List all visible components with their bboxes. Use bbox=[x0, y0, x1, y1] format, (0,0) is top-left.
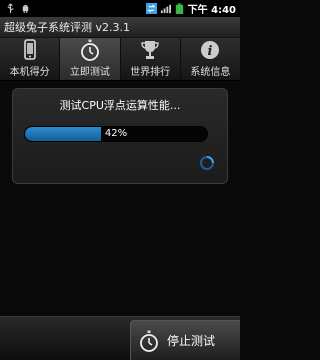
stop-test-button[interactable]: 停止测试 bbox=[130, 320, 240, 360]
tab-system-info[interactable]: i 系统信息 bbox=[181, 38, 240, 80]
tab-world-ranking[interactable]: 世界排行 bbox=[121, 38, 181, 80]
status-bar: 下午 4:40 bbox=[0, 0, 240, 17]
trophy-icon bbox=[141, 41, 159, 59]
tab-label: 世界排行 bbox=[130, 67, 171, 78]
tab-label: 本机得分 bbox=[9, 67, 50, 78]
tab-label: 立即测试 bbox=[69, 67, 110, 78]
usb-icon bbox=[7, 3, 14, 14]
progress-bar: 42% bbox=[24, 126, 208, 142]
sync-icon bbox=[145, 3, 157, 14]
stopwatch-icon bbox=[80, 39, 99, 61]
test-status-text: 测试CPU浮点运算性能... bbox=[59, 99, 181, 112]
signal-icon bbox=[160, 4, 171, 14]
test-progress-panel: 测试CPU浮点运算性能... 42% bbox=[12, 88, 228, 184]
progress-percent: 42% bbox=[104, 128, 128, 139]
battery-icon bbox=[175, 3, 183, 14]
tab-bar: 本机得分 立即测试 世界排行 i 系统信息 bbox=[0, 38, 240, 81]
stop-test-label: 停止测试 bbox=[167, 334, 216, 348]
stopwatch-icon bbox=[140, 330, 158, 352]
phone-icon bbox=[23, 39, 36, 60]
tab-test-now[interactable]: 立即测试 bbox=[60, 38, 121, 80]
svg-text:i: i bbox=[208, 44, 213, 59]
tab-local-score[interactable]: 本机得分 bbox=[0, 38, 61, 80]
app-title-bar: 超级兔子系统评测 v2.3.1 bbox=[0, 17, 240, 38]
tab-label: 系统信息 bbox=[190, 67, 231, 78]
info-icon: i bbox=[201, 41, 220, 59]
android-icon bbox=[22, 4, 29, 14]
app-title: 超级兔子系统评测 v2.3.1 bbox=[4, 21, 130, 34]
status-time: 下午 4:40 bbox=[187, 5, 236, 16]
loading-spinner-icon bbox=[200, 156, 214, 170]
